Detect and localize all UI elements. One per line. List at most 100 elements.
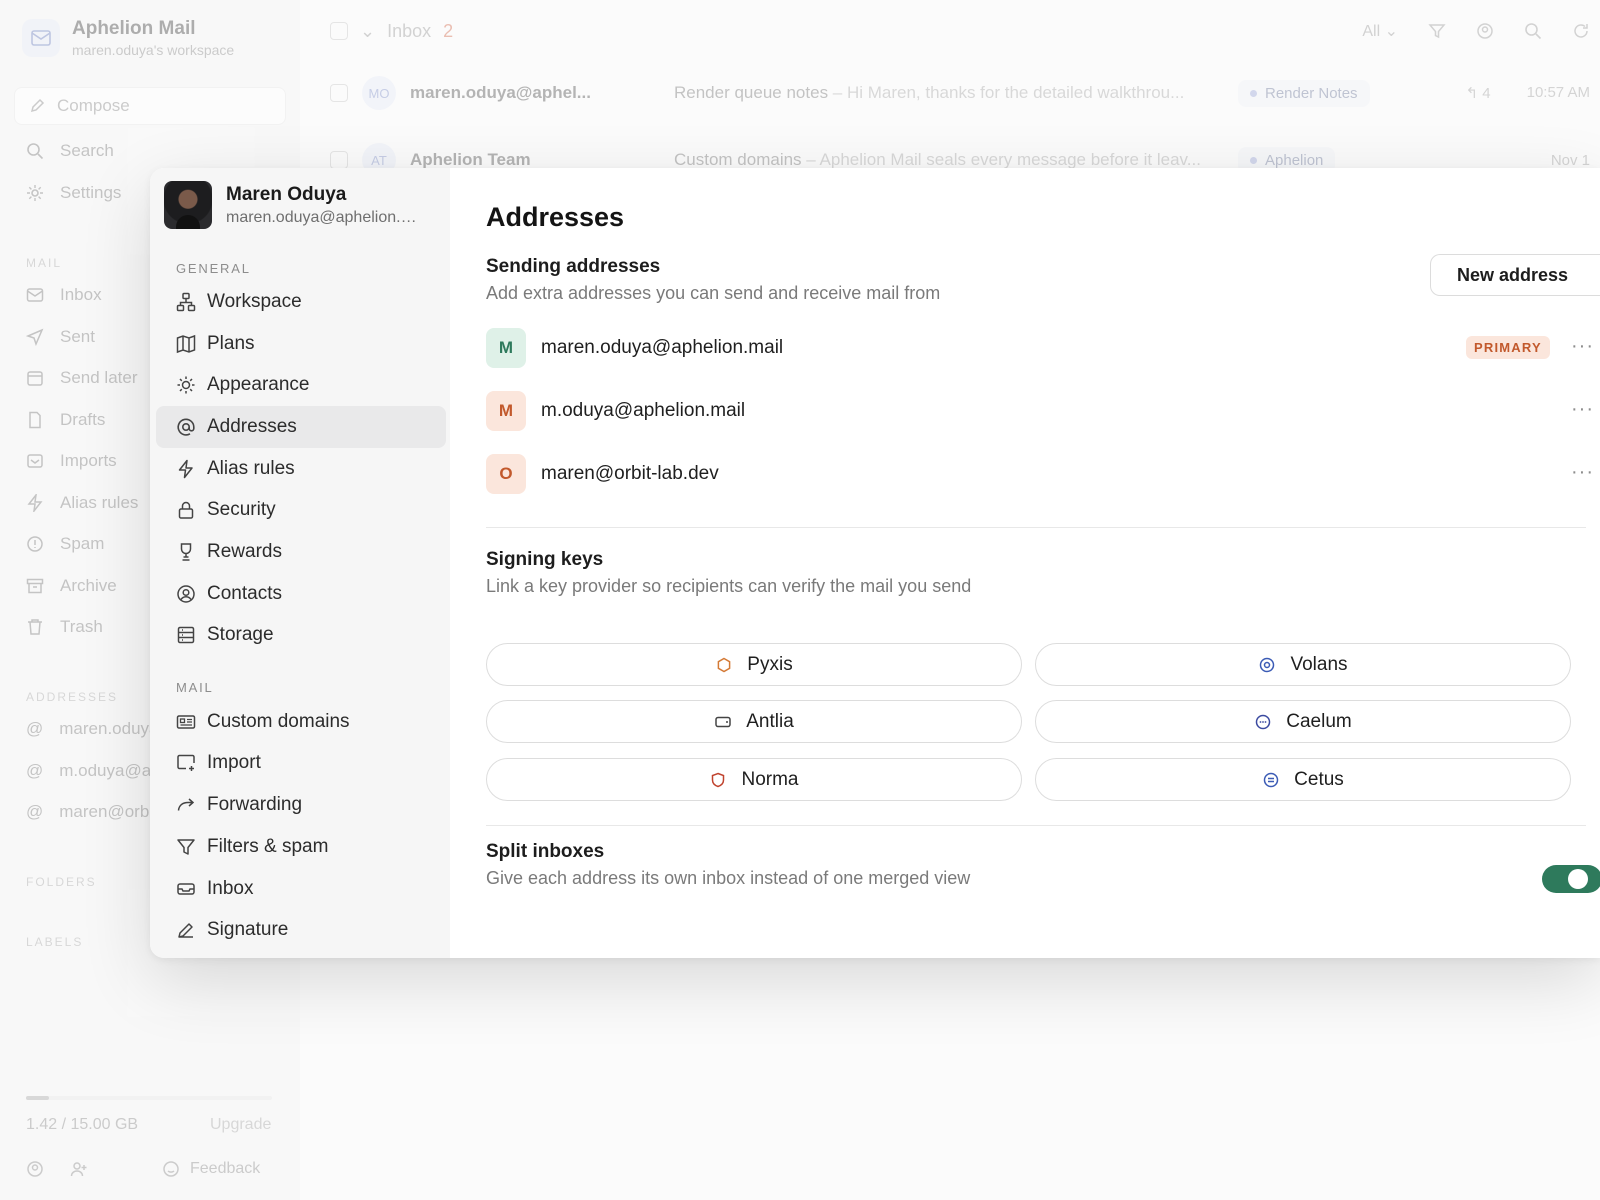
page-title: Addresses <box>486 202 625 232</box>
sidebar-item-drafts[interactable]: Drafts <box>26 410 105 430</box>
provider-button-pyxis[interactable]: Pyxis <box>486 643 1022 686</box>
upgrade-link[interactable]: Upgrade <box>210 1116 271 1134</box>
sidebar-item-archive[interactable]: Archive <box>26 576 117 596</box>
address-row[interactable]: M maren.oduya@aphelion.mail PRIMARY ··· <box>486 326 1593 370</box>
brand: Aphelion Mail maren.oduya's workspace <box>22 18 234 58</box>
lines-circle-icon <box>1262 771 1280 789</box>
settings-item-alias-rules[interactable]: Alias rules <box>156 448 446 490</box>
account-icon[interactable] <box>26 1160 44 1178</box>
more-options-icon[interactable]: ··· <box>1571 398 1594 421</box>
feedback-label: Feedback <box>190 1160 261 1177</box>
address-row[interactable]: M m.oduya@aphelion.mail ··· <box>486 389 1593 433</box>
settings-item-storage[interactable]: Storage <box>156 614 446 656</box>
sidebar-item-sent[interactable]: Sent <box>26 327 95 347</box>
sidebar-item-settings[interactable]: Settings <box>26 183 121 203</box>
chevron-down-icon[interactable]: ⌄ <box>360 21 375 42</box>
settings-item-addresses[interactable]: Addresses <box>156 406 446 448</box>
mail-subject-text: Render queue notes <box>674 83 829 102</box>
search-icon[interactable] <box>1524 22 1542 40</box>
row-checkbox[interactable] <box>330 84 348 102</box>
compose-button[interactable]: Compose <box>14 87 286 125</box>
settings-item-label: Workspace <box>207 291 302 312</box>
provider-button-norma[interactable]: Norma <box>486 758 1022 801</box>
reply-count: ↰ 4 <box>1465 85 1491 102</box>
settings-item-forwarding[interactable]: Forwarding <box>156 784 446 826</box>
settings-item-label: Alias rules <box>207 458 295 479</box>
row-checkbox[interactable] <box>330 151 348 169</box>
inbox-toolbar-actions: All ⌄ <box>1362 21 1590 41</box>
at-icon: @ <box>26 761 44 780</box>
settings-item-inbox[interactable]: Inbox <box>156 868 446 910</box>
account-circle-icon[interactable] <box>1476 22 1494 40</box>
mail-label-chip[interactable]: Render Notes <box>1238 79 1370 107</box>
file-icon <box>26 411 44 429</box>
sidebar-item-inbox[interactable]: Inbox <box>26 285 102 305</box>
archive-icon <box>26 577 44 595</box>
lock-icon <box>176 500 196 520</box>
provider-label: Antlia <box>746 710 794 732</box>
sidebar-item-trash[interactable]: Trash <box>26 617 103 637</box>
pen-icon <box>176 920 196 940</box>
bolt-icon <box>176 459 196 479</box>
split-inboxes-description: Give each address its own inbox instead … <box>486 868 971 888</box>
primary-badge: PRIMARY <box>1466 336 1550 359</box>
sidebar-item-imports[interactable]: Imports <box>26 451 117 471</box>
folders-section-label: FOLDERS <box>26 875 97 889</box>
provider-label: Caelum <box>1286 710 1352 732</box>
filter-select[interactable]: All ⌄ <box>1362 21 1398 41</box>
feedback-button[interactable]: Feedback <box>162 1160 260 1178</box>
select-all-checkbox[interactable] <box>330 22 348 40</box>
settings-item-custom-domains[interactable]: Custom domains <box>156 701 446 743</box>
settings-item-contacts[interactable]: Contacts <box>156 573 446 615</box>
add-user-icon[interactable] <box>70 1160 88 1178</box>
settings-item-label: Plans <box>207 333 255 354</box>
sidebar-item-label: Drafts <box>60 410 106 429</box>
settings-item-appearance[interactable]: Appearance <box>156 364 446 406</box>
settings-item-filters-spam[interactable]: Filters & spam <box>156 826 446 868</box>
provider-label: Norma <box>741 768 799 790</box>
search-icon <box>26 142 44 160</box>
mail-section-label: MAIL <box>176 680 214 695</box>
address-row[interactable]: O maren@orbit-lab.dev ··· <box>486 452 1593 496</box>
settings-item-label: Rewards <box>207 541 282 562</box>
refresh-icon[interactable] <box>1572 22 1590 40</box>
address-avatar: O <box>486 454 526 494</box>
sidebar-item-search[interactable]: Search <box>26 141 114 161</box>
address-email: maren@orbit-lab.dev <box>541 463 719 484</box>
filter-icon <box>176 837 196 857</box>
settings-item-rewards[interactable]: Rewards <box>156 531 446 573</box>
new-address-button[interactable]: New address <box>1430 254 1600 296</box>
mail-preview: – Hi Maren, thanks for the detailed walk… <box>828 83 1185 102</box>
split-inboxes-toggle[interactable] <box>1542 865 1600 893</box>
provider-button-antlia[interactable]: Antlia <box>486 700 1022 743</box>
sidebar-item-spam[interactable]: Spam <box>26 534 104 554</box>
more-options-icon[interactable]: ··· <box>1571 461 1594 484</box>
settings-item-plans[interactable]: Plans <box>156 323 446 365</box>
settings-item-import[interactable]: Import <box>156 742 446 784</box>
sidebar-item-label: Search <box>60 141 114 160</box>
settings-item-label: Security <box>207 499 276 520</box>
send-icon <box>26 328 44 346</box>
storage-progress-fill <box>26 1096 50 1100</box>
unread-count: 2 <box>443 20 454 41</box>
settings-item-label: Signature <box>207 919 289 940</box>
card-icon <box>714 713 732 731</box>
more-options-icon[interactable]: ··· <box>1571 335 1594 358</box>
settings-item-label: Filters & spam <box>207 836 329 857</box>
provider-button-cetus[interactable]: Cetus <box>1035 758 1571 801</box>
storage-used: 1.42 / 15.00 GB <box>26 1116 139 1133</box>
settings-item-signature[interactable]: Signature <box>156 909 446 951</box>
provider-button-volans[interactable]: Volans <box>1035 643 1571 686</box>
mail-meta: ↰ 4 10:57 AM <box>1466 84 1590 102</box>
settings-item-security[interactable]: Security <box>156 489 446 531</box>
settings-item-workspace[interactable]: Workspace <box>156 281 446 323</box>
sidebar-item-label: Imports <box>60 451 117 470</box>
sidebar-item-label: Settings <box>60 183 122 202</box>
sidebar-item-alias-rules[interactable]: Alias rules <box>26 493 138 513</box>
mail-row[interactable]: MO maren.oduya@aphel... Render queue not… <box>330 73 1590 113</box>
filter-icon[interactable] <box>1428 22 1446 40</box>
sun-icon <box>176 375 196 395</box>
sidebar-item-send-later[interactable]: Send later <box>26 368 138 388</box>
settings-sidebar: Maren Oduya maren.oduya@aphelion.mail GE… <box>150 168 450 958</box>
provider-button-caelum[interactable]: Caelum <box>1035 700 1571 743</box>
